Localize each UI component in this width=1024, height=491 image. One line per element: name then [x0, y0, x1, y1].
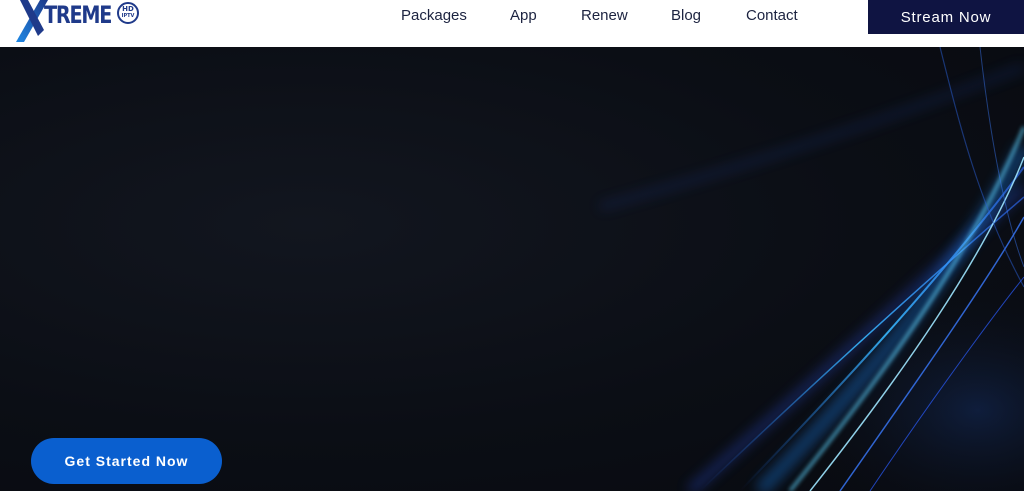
nav-app[interactable]: App [510, 7, 537, 24]
stream-now-button[interactable]: Stream Now [868, 0, 1024, 34]
page: TREME HD IPTV Packages App Renew Blog Co… [0, 0, 1024, 491]
site-header: TREME HD IPTV Packages App Renew Blog Co… [0, 0, 1024, 47]
hero-section [0, 47, 1024, 491]
nav-packages[interactable]: Packages [401, 7, 467, 24]
main-nav: Packages App Renew Blog Contact [0, 0, 860, 34]
hero-light-streaks [560, 47, 1024, 491]
get-started-button[interactable]: Get Started Now [31, 438, 222, 484]
nav-contact[interactable]: Contact [746, 7, 798, 24]
nav-blog[interactable]: Blog [671, 7, 701, 24]
nav-renew[interactable]: Renew [581, 7, 628, 24]
